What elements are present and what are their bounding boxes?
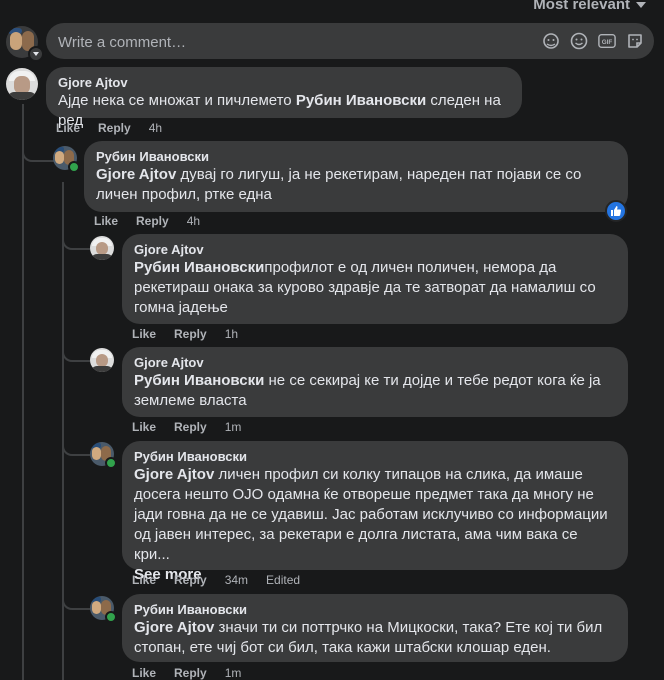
reply-button[interactable]: Reply: [98, 121, 131, 135]
comment-actions: Like Reply 1h: [132, 327, 238, 341]
sticker-icon[interactable]: [626, 32, 644, 50]
like-button[interactable]: Like: [132, 420, 156, 434]
mention-link[interactable]: Рубин Ивановски: [134, 259, 264, 276]
mention-link[interactable]: Рубин Ивановски: [296, 92, 426, 109]
comment-text: Gjore Ajtov дувај го лигуш, ја не рекети…: [96, 166, 582, 203]
svg-text:GIF: GIF: [602, 39, 613, 46]
like-button[interactable]: Like: [132, 327, 156, 341]
comment-actions: Like Reply 4h: [56, 121, 162, 135]
comment-text: Gjore Ajtov значи ти си поттрчко на Мицк…: [134, 619, 603, 656]
like-reaction-badge[interactable]: [605, 200, 627, 222]
comment-actions: Like Reply 1m: [132, 666, 241, 680]
online-status-dot: [68, 161, 80, 173]
mention-link[interactable]: Gjore Ajtov: [134, 466, 214, 483]
comment-bubble: Рубин Ивановски Gjore Ajtov значи ти си …: [122, 594, 628, 662]
comment-author[interactable]: Gjore Ajtov: [134, 242, 616, 258]
reply-button[interactable]: Reply: [174, 327, 207, 341]
comment-timestamp[interactable]: 1m: [225, 666, 242, 680]
comment-author[interactable]: Gjore Ajtov: [134, 355, 616, 371]
reply-button[interactable]: Reply: [136, 214, 169, 228]
mention-link[interactable]: Рубин Ивановски: [134, 372, 264, 389]
comment-actions: Like Reply 1m: [132, 420, 241, 434]
sort-label: Most relevant: [533, 0, 630, 13]
comment-timestamp[interactable]: 1m: [225, 420, 242, 434]
emoji-icon[interactable]: [570, 32, 588, 50]
like-button[interactable]: Like: [94, 214, 118, 228]
like-button[interactable]: Like: [132, 666, 156, 680]
commenter-avatar[interactable]: [90, 236, 114, 260]
like-button[interactable]: Like: [56, 121, 80, 135]
commenter-avatar[interactable]: [90, 348, 114, 372]
profile-switch-chevron-icon[interactable]: [28, 46, 44, 62]
mention-link[interactable]: Gjore Ajtov: [96, 166, 176, 183]
edited-label[interactable]: Edited: [266, 573, 300, 587]
comment-composer[interactable]: GIF: [46, 23, 654, 61]
comment-timestamp[interactable]: 4h: [149, 121, 162, 135]
comment-author[interactable]: Рубин Ивановски: [134, 602, 616, 618]
comment-actions: Like Reply 34m Edited: [132, 573, 300, 587]
comment-author[interactable]: Рубин Ивановски: [134, 449, 616, 465]
comment-author[interactable]: Рубин Ивановски: [96, 149, 616, 165]
like-button[interactable]: Like: [132, 573, 156, 587]
comment-bubble: Gjore Ajtov Рубин Ивановскипрофилот е од…: [122, 234, 628, 324]
mention-link[interactable]: Gjore Ajtov: [134, 619, 214, 636]
reply-button[interactable]: Reply: [174, 666, 207, 680]
sort-dropdown[interactable]: Most relevant: [533, 0, 646, 13]
reply-button[interactable]: Reply: [174, 573, 207, 587]
comment-text: Рубин Ивановскипрофилот е од личен полич…: [134, 259, 596, 316]
comment-bubble: Рубин Ивановски Gjore Ajtov дувај го лиг…: [84, 141, 628, 212]
reply-button[interactable]: Reply: [174, 420, 207, 434]
online-status-dot: [105, 457, 117, 469]
gif-icon[interactable]: GIF: [598, 32, 616, 50]
online-status-dot: [105, 611, 117, 623]
comment-bubble: Рубин Ивановски Gjore Ajtov личен профил…: [122, 441, 628, 583]
comment-timestamp[interactable]: 4h: [187, 214, 200, 228]
commenter-avatar[interactable]: [6, 68, 38, 100]
comment-author[interactable]: Gjore Ajtov: [58, 75, 510, 91]
avatar-sticker-icon[interactable]: [542, 32, 560, 50]
thumbs-up-icon: [611, 206, 622, 216]
comment-timestamp[interactable]: 1h: [225, 327, 238, 341]
comment-bubble: Gjore Ajtov Рубин Ивановски не се секира…: [122, 347, 628, 417]
comment-text: Gjore Ajtov личен профил си колку типацо…: [134, 466, 608, 563]
chevron-down-icon: [636, 1, 646, 8]
comment-text: Рубин Ивановски не се секирај ке ти дојд…: [134, 372, 601, 409]
comment-bubble: Gjore Ajtov Ајде нека се множат и пичлем…: [46, 67, 522, 129]
comment-actions: Like Reply 4h: [94, 214, 200, 228]
comment-input[interactable]: [56, 23, 530, 61]
comment-timestamp[interactable]: 34m: [225, 573, 248, 587]
